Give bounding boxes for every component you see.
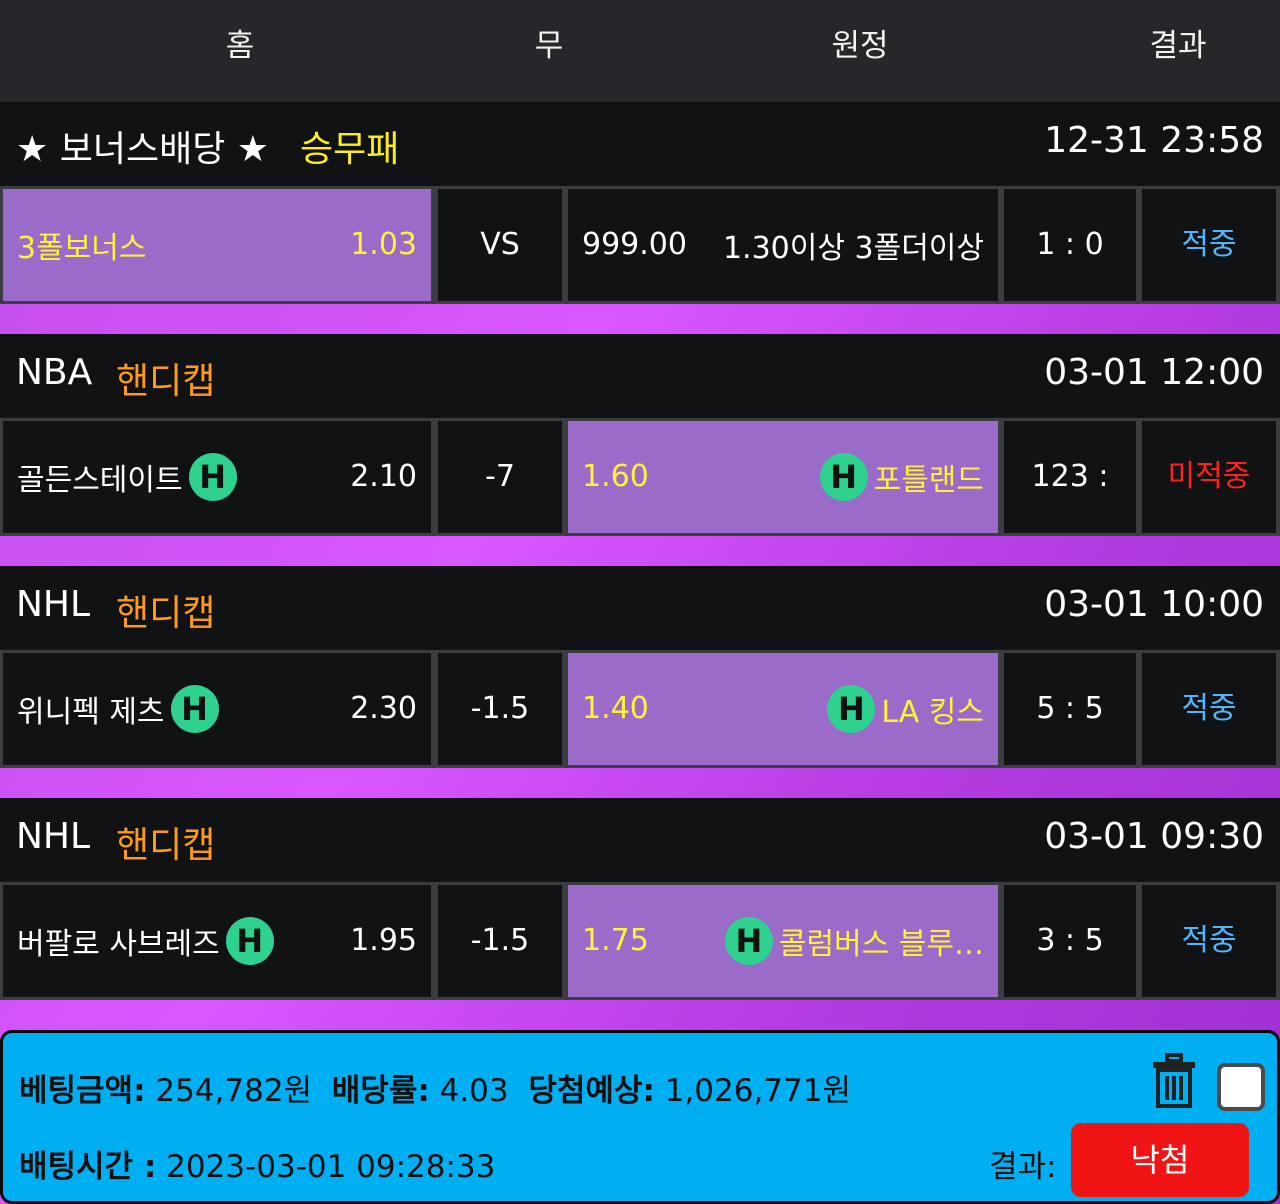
match-header: NBA 핸디캡 03-01 12:00 xyxy=(0,334,1280,418)
match-row: 위니펙 제츠 H 2.30 -1.5 1.40 H LA 킹스 5 : 5 적중 xyxy=(0,650,1280,768)
bet-time-value: 2023-03-01 09:28:33 xyxy=(166,1149,496,1185)
home-team-name: 3폴보너스 xyxy=(17,231,147,266)
home-odds: 2.10 xyxy=(350,459,417,494)
result-label: 결과: xyxy=(989,1149,1057,1185)
score-cell: 5 : 5 xyxy=(1004,653,1136,765)
header-result: 결과 xyxy=(1149,28,1207,64)
away-team-name: 포틀랜드 xyxy=(873,463,984,498)
match-header: NHL 핸디캡 03-01 09:30 xyxy=(0,798,1280,882)
bet-type-label: 핸디캡 xyxy=(116,825,216,866)
handicap-h-icon: H xyxy=(819,453,868,501)
league-label: NHL xyxy=(16,584,91,625)
away-odds: 1.75 xyxy=(582,923,649,958)
bet-type-label: 승무패 xyxy=(300,129,400,170)
handicap-h-icon: H xyxy=(724,917,773,965)
column-header: 홈 무 원정 결과 xyxy=(0,0,1280,102)
bet-amount-value: 254,782원 xyxy=(155,1073,313,1109)
select-checkbox[interactable] xyxy=(1217,1063,1265,1111)
away-cell[interactable]: 999.00 1.30이상 3폴더이상 xyxy=(568,189,998,301)
bet-summary-line: 베팅금액: 254,782원 배당률: 4.03 당첨예상: 1,026,771… xyxy=(19,1065,851,1110)
odds-label: 배당률: xyxy=(331,1073,430,1109)
away-team: H 콜럼버스 블루… xyxy=(719,885,984,997)
home-team: 골든스테이트 H xyxy=(17,421,243,533)
match-row: 3폴보너스 1.03 VS 999.00 1.30이상 3폴더이상 1 : 0 … xyxy=(0,186,1280,304)
result-cell: 적중 xyxy=(1142,189,1276,301)
handicap-cell: -1.5 xyxy=(438,885,562,997)
league-label: ★ 보너스배당 ★ xyxy=(16,129,270,170)
handicap-h-icon: H xyxy=(225,917,274,965)
bet-summary-panel: 베팅금액: 254,782원 배당률: 4.03 당첨예상: 1,026,771… xyxy=(0,1030,1280,1204)
home-cell[interactable]: 3폴보너스 1.03 xyxy=(3,189,431,301)
away-team-name: 콜럼버스 블루… xyxy=(778,927,984,962)
match-row: 버팔로 사브레즈 H 1.95 -1.5 1.75 H 콜럼버스 블루… 3 :… xyxy=(0,882,1280,1000)
league-label: NBA xyxy=(16,352,93,393)
handicap-cell: -1.5 xyxy=(438,653,562,765)
home-team-name: 위니펙 제츠 xyxy=(17,695,165,730)
score-cell: 1 : 0 xyxy=(1004,189,1136,301)
away-team: H LA 킹스 xyxy=(821,653,984,765)
home-cell[interactable]: 위니펙 제츠 H 2.30 xyxy=(3,653,431,765)
trash-icon[interactable] xyxy=(1151,1053,1197,1109)
home-team-name: 버팔로 사브레즈 xyxy=(17,927,220,962)
odds-value: 4.03 xyxy=(439,1073,509,1109)
away-odds: 999.00 xyxy=(582,227,687,262)
home-odds: 2.30 xyxy=(350,691,417,726)
bet-type-label: 핸디캡 xyxy=(116,361,216,402)
result-cell: 적중 xyxy=(1142,885,1276,997)
away-team-name: 1.30이상 3폴더이상 xyxy=(722,231,984,266)
result-cell: 미적중 xyxy=(1142,421,1276,533)
result-lose-button[interactable]: 낙첨 xyxy=(1071,1123,1249,1197)
handicap-h-icon: H xyxy=(170,685,219,733)
result-cell: 적중 xyxy=(1142,653,1276,765)
away-cell[interactable]: 1.75 H 콜럼버스 블루… xyxy=(568,885,998,997)
score-cell: 3 : 5 xyxy=(1004,885,1136,997)
handicap-h-icon: H xyxy=(827,685,876,733)
match-header: ★ 보너스배당 ★ 승무패 12-31 23:58 xyxy=(0,102,1280,186)
away-team: H 포틀랜드 xyxy=(814,421,984,533)
match-time: 12-31 23:58 xyxy=(1044,120,1264,161)
away-team-name: LA 킹스 xyxy=(881,695,984,730)
league-label: NHL xyxy=(16,816,91,857)
home-odds: 1.95 xyxy=(350,923,417,958)
expected-win-value: 1,026,771원 xyxy=(664,1073,851,1109)
handicap-h-icon: H xyxy=(188,453,237,501)
home-team-name: 골든스테이트 xyxy=(17,463,183,498)
header-draw: 무 xyxy=(534,28,564,64)
home-team: 위니펙 제츠 H xyxy=(17,653,225,765)
header-away: 원정 xyxy=(831,28,889,64)
expected-win-label: 당첨예상: xyxy=(528,1073,655,1109)
home-cell[interactable]: 골든스테이트 H 2.10 xyxy=(3,421,431,533)
bet-time-line: 배팅시간 : 2023-03-01 09:28:33 xyxy=(19,1141,495,1186)
bet-type-label: 핸디캡 xyxy=(116,593,216,634)
away-cell[interactable]: 1.40 H LA 킹스 xyxy=(568,653,998,765)
match-row: 골든스테이트 H 2.10 -7 1.60 H 포틀랜드 123 : 105 미… xyxy=(0,418,1280,606)
away-odds: 1.40 xyxy=(582,691,649,726)
header-home: 홈 xyxy=(225,28,255,64)
home-team: 버팔로 사브레즈 H xyxy=(17,885,280,997)
home-cell[interactable]: 버팔로 사브레즈 H 1.95 xyxy=(3,885,431,997)
score-cell: 123 : 105 xyxy=(1004,421,1136,606)
match-time: 03-01 09:30 xyxy=(1044,816,1264,857)
bet-amount-label: 베팅금액: xyxy=(19,1073,146,1109)
bet-time-label: 배팅시간 : xyxy=(19,1149,157,1185)
away-cell[interactable]: 1.60 H 포틀랜드 xyxy=(568,421,998,533)
handicap-cell: -7 xyxy=(438,421,562,533)
match-time: 03-01 10:00 xyxy=(1044,584,1264,625)
home-odds: 1.03 xyxy=(350,227,417,262)
away-odds: 1.60 xyxy=(582,459,649,494)
draw-cell: VS xyxy=(438,189,562,301)
match-time: 03-01 12:00 xyxy=(1044,352,1264,393)
match-header: NHL 핸디캡 03-01 10:00 xyxy=(0,566,1280,650)
